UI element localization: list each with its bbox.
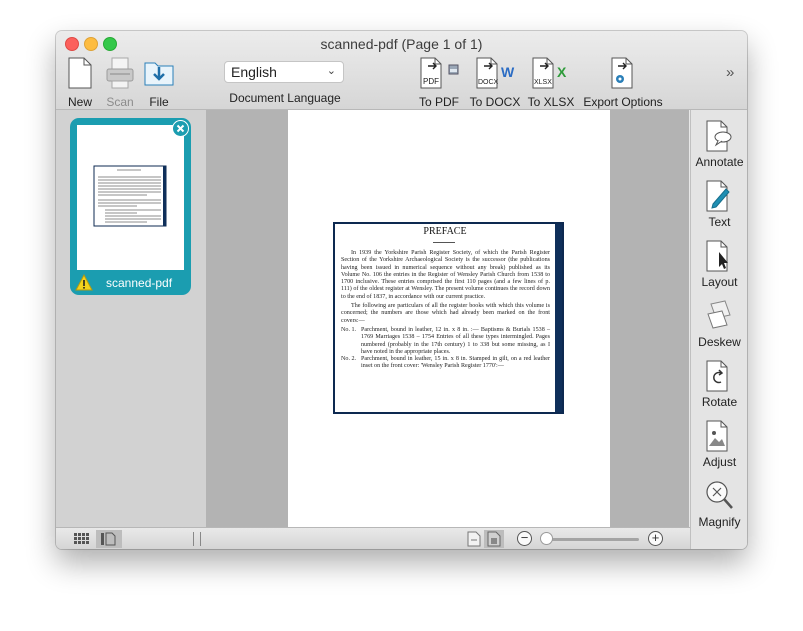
export-settings-icon [611, 57, 633, 89]
zoom-slider-track[interactable] [543, 538, 639, 541]
new-label: New [67, 95, 92, 109]
adjust-label: Adjust [702, 455, 737, 469]
xlsx-badge: XLSX [534, 79, 552, 86]
text-tool[interactable]: Text [691, 180, 747, 232]
pdf-export-icon: PDF [420, 57, 459, 89]
to-pdf-label: To PDF [418, 95, 459, 109]
thumbnail-page-preview [77, 125, 184, 270]
window-title: scanned-pdf (Page 1 of 1) [320, 36, 483, 52]
xlsx-export-icon: X XLSX [532, 57, 567, 89]
rotate-tool[interactable]: Rotate [691, 360, 747, 412]
thumbnail-filename: scanned-pdf [106, 276, 173, 290]
scan-button[interactable]: Scan [102, 57, 138, 109]
register-item-2-text: Parchment, bound in leather, 15 in. x 8 … [361, 356, 550, 370]
document-title: PREFACE [423, 226, 467, 237]
chevron-down-icon: ⌄ [326, 65, 336, 77]
to-docx-button[interactable]: W DOCX To DOCX [467, 57, 523, 109]
title-rule [433, 242, 455, 243]
deskew-label: Deskew [698, 335, 741, 349]
new-document-icon [68, 57, 92, 89]
annotate-label: Annotate [695, 155, 744, 169]
tools-sidebar: Annotate Text Layout Deskew Rotate Adjus… [690, 110, 747, 549]
svg-text:X: X [557, 64, 567, 80]
magnify-icon [706, 481, 733, 509]
open-file-icon [144, 62, 174, 86]
deskew-icon [707, 300, 731, 329]
document-canvas[interactable]: PREFACE In 1939 the Yorkshire Parish Reg… [207, 110, 689, 527]
grid-view-button[interactable] [68, 530, 94, 548]
file-label: File [149, 95, 169, 109]
sidebar-resize-handle[interactable] [193, 532, 201, 546]
page-ocr-icon [487, 531, 501, 547]
text-edit-icon [706, 180, 730, 212]
page-thumbnails-sidebar: scanned-pdf [56, 110, 207, 527]
layout-cursor-icon [706, 240, 728, 272]
original-view-button[interactable] [464, 530, 484, 548]
zoom-out-button[interactable]: − [517, 531, 532, 546]
page-original-icon [467, 531, 481, 547]
register-item-1-text: Parchment, bound in leather, 12 in. x 8 … [361, 326, 550, 355]
document-language-value: English [231, 64, 277, 80]
new-button[interactable]: New [62, 57, 98, 109]
close-icon [173, 121, 188, 136]
document-page: PREFACE In 1939 the Yorkshire Parish Reg… [288, 110, 610, 527]
scan-edge [555, 224, 562, 412]
deskew-tool[interactable]: Deskew [691, 300, 747, 352]
document-paragraph-2: The following are particulars of all the… [341, 303, 550, 324]
single-page-view-button[interactable] [96, 530, 122, 548]
thumbnail-scan-image [93, 165, 167, 227]
annotate-tool[interactable]: Annotate [691, 120, 747, 172]
to-xlsx-button[interactable]: X XLSX To XLSX [525, 57, 577, 109]
document-language-label: Document Language [229, 91, 341, 105]
annotate-icon [706, 120, 732, 152]
layout-tool[interactable]: Layout [691, 240, 747, 292]
rotate-icon [706, 360, 728, 392]
titlebar: scanned-pdf (Page 1 of 1) New Scan File … [56, 31, 747, 110]
magnify-label: Magnify [698, 515, 741, 529]
register-item-1-number: No. 1. [341, 326, 357, 333]
sidebar-page-view-icon [101, 532, 116, 546]
ocr-view-button[interactable] [484, 530, 504, 548]
file-button[interactable]: File [141, 57, 177, 109]
page-thumbnail[interactable]: scanned-pdf [70, 118, 191, 295]
register-item-2: No. 2. Parchment, bound in leather, 15 i… [341, 356, 550, 371]
adjust-tool[interactable]: Adjust [691, 420, 747, 472]
export-options-button[interactable]: Export Options [581, 57, 665, 109]
grid-view-icon [74, 533, 89, 544]
export-options-label: Export Options [583, 95, 663, 109]
text-label: Text [708, 215, 731, 229]
pdf-badge: PDF [423, 77, 439, 86]
scanner-icon [106, 57, 134, 89]
svg-text:W: W [501, 64, 515, 80]
zoom-slider-knob[interactable] [540, 532, 553, 545]
toolbar-overflow-button[interactable]: » [726, 64, 734, 81]
to-xlsx-label: To XLSX [527, 95, 575, 109]
warning-icon [75, 274, 93, 291]
scanned-image[interactable]: PREFACE In 1939 the Yorkshire Parish Reg… [333, 222, 564, 414]
to-pdf-button[interactable]: PDF To PDF [417, 57, 461, 109]
docx-export-icon: W DOCX [476, 57, 515, 89]
register-item-1: No. 1. Parchment, bound in leather, 12 i… [341, 327, 550, 356]
status-bar: − + [56, 527, 690, 549]
register-item-2-number: No. 2. [341, 356, 357, 363]
docx-badge: DOCX [478, 79, 499, 86]
adjust-image-icon [706, 420, 728, 452]
to-docx-label: To DOCX [469, 95, 521, 109]
remove-page-button[interactable] [172, 120, 189, 137]
layout-label: Layout [701, 275, 738, 289]
zoom-in-button[interactable]: + [648, 531, 663, 546]
document-paragraph-1: In 1939 the Yorkshire Parish Register So… [341, 250, 550, 300]
scan-label: Scan [106, 95, 134, 109]
document-body: In 1939 the Yorkshire Parish Register So… [341, 250, 550, 371]
magnify-tool[interactable]: Magnify [691, 480, 747, 532]
rotate-label: Rotate [701, 395, 738, 409]
app-window: scanned-pdf (Page 1 of 1) New Scan File … [56, 31, 747, 549]
document-language-select[interactable]: English ⌄ [224, 61, 344, 83]
